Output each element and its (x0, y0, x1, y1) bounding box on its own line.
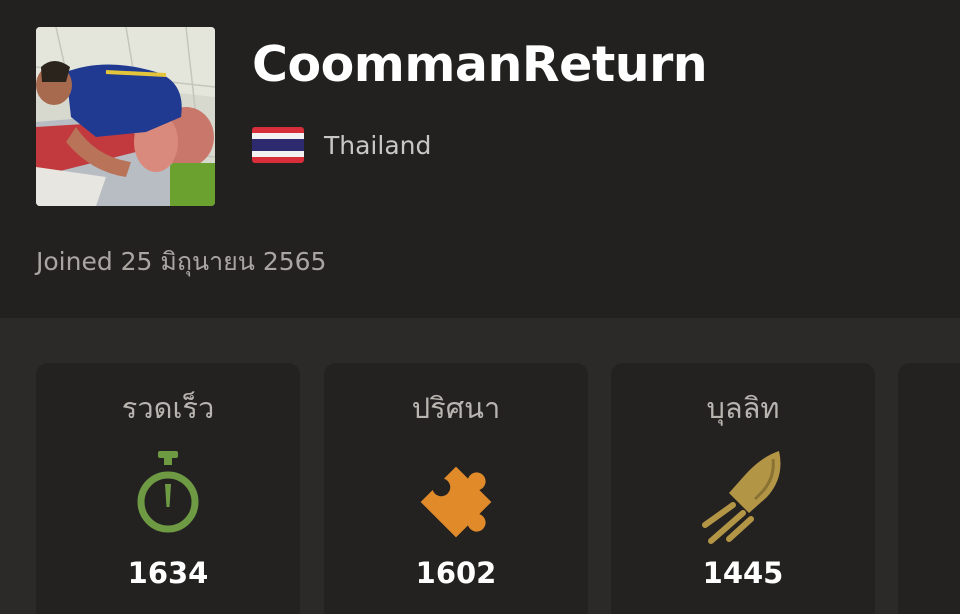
puzzle-piece-icon (406, 447, 506, 547)
avatar[interactable] (36, 27, 215, 206)
joined-date: Joined 25 มิถุนายน 2565 (36, 247, 327, 276)
rating-value: 1634 (127, 556, 209, 590)
rocket-icon (693, 447, 793, 547)
rating-card-partial[interactable] (898, 363, 960, 614)
rating-value: 1445 (702, 556, 784, 590)
online-status-indicator (170, 163, 215, 206)
rating-card-bullet[interactable]: บุลลิท 1445 (611, 363, 875, 614)
thailand-flag-icon (252, 127, 304, 163)
rating-card-label: บุลลิท (706, 391, 780, 425)
rating-card-puzzles[interactable]: ปริศนา 1602 (324, 363, 588, 614)
username: CoommanReturn (252, 36, 708, 93)
country-name: Thailand (324, 130, 432, 160)
rating-card-rapid[interactable]: รวดเร็ว 1634 (36, 363, 300, 614)
profile-header: CoommanReturn Thailand Joined 25 มิถุนาย… (0, 0, 960, 318)
rating-value: 1602 (415, 556, 497, 590)
rating-card-label: รวดเร็ว (121, 391, 215, 425)
country-row: Thailand (252, 127, 431, 163)
rating-cards: รวดเร็ว 1634 ปริศนา 1602 บุลลิท 1445 (36, 363, 960, 614)
stopwatch-icon (118, 447, 218, 547)
rating-card-label: ปริศนา (411, 391, 501, 425)
